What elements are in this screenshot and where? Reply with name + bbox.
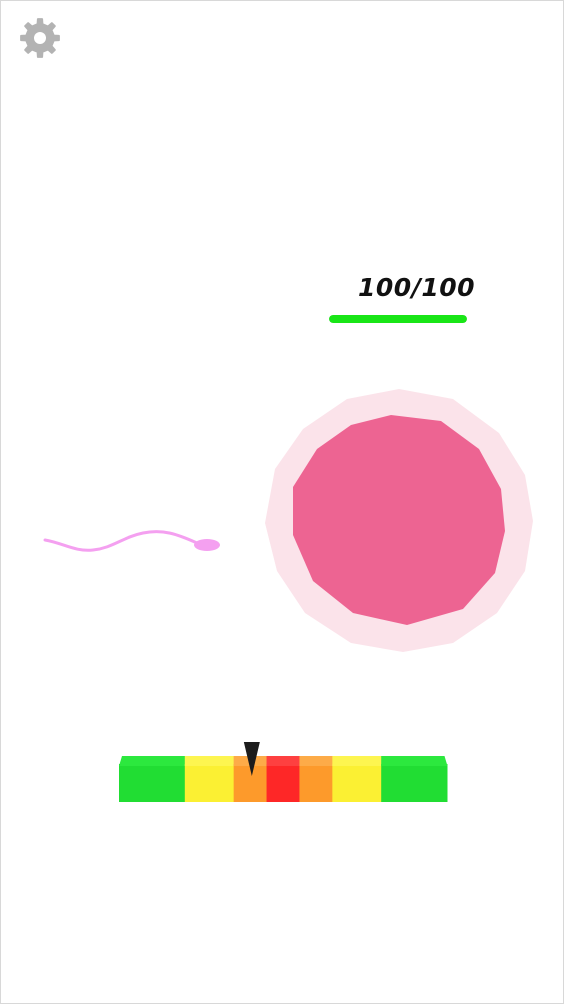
meter-zone-orange bbox=[233, 764, 268, 802]
meter-zone-top-yellow bbox=[332, 756, 382, 766]
health-separator: / bbox=[411, 273, 422, 302]
egg-target[interactable] bbox=[293, 415, 505, 625]
health-bar-fill bbox=[329, 315, 467, 323]
meter-zone-top-yellow bbox=[184, 756, 235, 766]
meter-zone-top-green bbox=[381, 756, 448, 766]
health-bar bbox=[329, 315, 467, 323]
meter-zone-top-orange bbox=[299, 756, 333, 766]
sperm-tail bbox=[43, 530, 199, 552]
meter-zone-top-red bbox=[266, 756, 300, 766]
game-screen[interactable]: 100/100 bbox=[0, 0, 564, 1004]
egg-outer-membrane bbox=[265, 389, 533, 652]
power-meter-bar bbox=[119, 742, 448, 802]
meter-zone-yellow bbox=[332, 764, 382, 802]
scene bbox=[43, 389, 533, 652]
meter-zone-yellow bbox=[184, 764, 235, 802]
settings-button[interactable] bbox=[19, 17, 61, 59]
health-counter: 100/100 bbox=[331, 273, 491, 302]
health-max-value: 100 bbox=[421, 273, 476, 302]
meter-zone-top-green bbox=[119, 756, 186, 766]
meter-zone-green bbox=[381, 764, 448, 802]
health-current-value: 100 bbox=[358, 273, 412, 302]
meter-zone-green bbox=[119, 764, 186, 802]
meter-zone-orange bbox=[299, 764, 333, 802]
sperm-player[interactable] bbox=[194, 539, 220, 551]
power-meter[interactable] bbox=[119, 742, 448, 802]
meter-zone-red bbox=[266, 764, 300, 802]
gear-icon bbox=[20, 18, 60, 58]
